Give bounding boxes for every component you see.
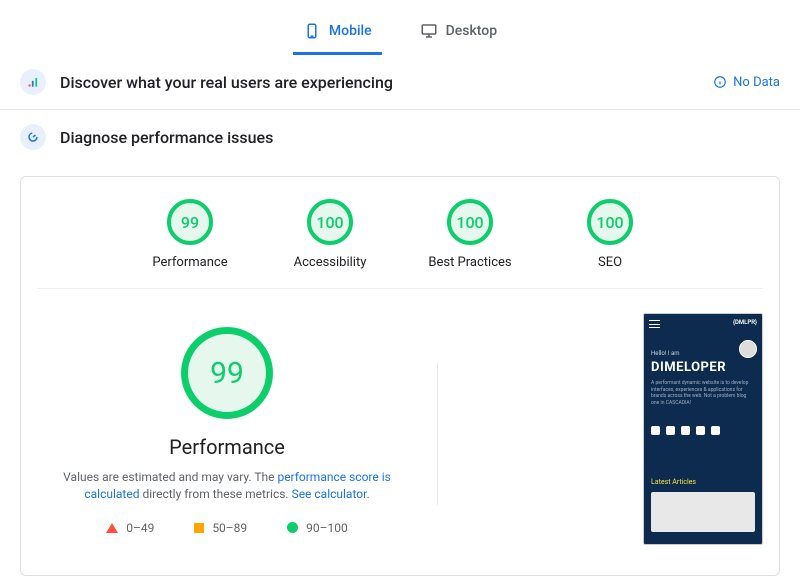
tab-mobile[interactable]: Mobile bbox=[293, 14, 382, 55]
shot-article-image bbox=[651, 492, 755, 532]
section-diagnose: Diagnose performance issues bbox=[0, 110, 800, 164]
gauge-ring: 100 bbox=[307, 199, 353, 245]
section-title: Discover what your real users are experi… bbox=[60, 73, 393, 92]
shot-avatar bbox=[739, 340, 757, 358]
divider bbox=[437, 363, 438, 505]
section-title: Diagnose performance issues bbox=[60, 128, 273, 147]
main-gauge-label: Performance bbox=[169, 435, 285, 459]
legend-mid: 50–89 bbox=[194, 521, 247, 535]
shot-lipsum: A performant dynamic website is to devel… bbox=[651, 380, 755, 406]
shot-name: DIMELOPER bbox=[651, 360, 726, 375]
page-screenshot-thumbnail[interactable]: {DMLPR} Hello! I am DIMELOPER A performa… bbox=[643, 313, 763, 545]
youtube-icon bbox=[711, 426, 720, 435]
gauge-ring: 100 bbox=[447, 199, 493, 245]
shot-hello: Hello! I am bbox=[651, 350, 679, 357]
lighthouse-panel: 99 Performance 100 Accessibility 100 Bes… bbox=[20, 176, 780, 576]
gauge-seo[interactable]: 100 SEO bbox=[560, 199, 660, 270]
shot-latest-articles: Latest Articles bbox=[651, 478, 696, 486]
diagnose-badge-icon bbox=[20, 124, 46, 150]
gauge-label: Best Practices bbox=[420, 255, 520, 270]
tab-desktop[interactable]: Desktop bbox=[410, 14, 507, 55]
mail-icon bbox=[651, 426, 660, 435]
desktop-icon bbox=[420, 22, 438, 40]
gauge-ring: 100 bbox=[587, 199, 633, 245]
main-gauge-ring: 99 bbox=[181, 327, 273, 419]
gauge-performance[interactable]: 99 Performance bbox=[140, 199, 240, 270]
mobile-icon bbox=[303, 22, 321, 40]
info-icon bbox=[713, 75, 727, 89]
tab-label: Mobile bbox=[329, 23, 372, 39]
shot-socials bbox=[651, 426, 720, 435]
crux-badge-icon bbox=[20, 69, 46, 95]
no-data-link[interactable]: No Data bbox=[713, 75, 780, 90]
performance-detail: 99 Performance Values are estimated and … bbox=[37, 313, 763, 545]
gauge-accessibility[interactable]: 100 Accessibility bbox=[280, 199, 380, 270]
gauge-best-practices[interactable]: 100 Best Practices bbox=[420, 199, 520, 270]
gauge-label: Performance bbox=[140, 255, 240, 270]
legend-low: 0–49 bbox=[106, 521, 154, 535]
tab-label: Desktop bbox=[446, 23, 497, 39]
instagram-icon bbox=[666, 426, 675, 435]
gauge-description: Values are estimated and may vary. The p… bbox=[47, 469, 407, 503]
twitter-icon bbox=[696, 426, 705, 435]
linkedin-icon bbox=[681, 426, 690, 435]
triangle-icon bbox=[106, 523, 118, 533]
no-data-text: No Data bbox=[733, 75, 780, 90]
circle-icon bbox=[287, 522, 298, 533]
gauge-label: SEO bbox=[560, 255, 660, 270]
score-gauges-row: 99 Performance 100 Accessibility 100 Bes… bbox=[37, 199, 763, 289]
gauge-ring: 99 bbox=[167, 199, 213, 245]
legend-high: 90–100 bbox=[287, 521, 348, 535]
device-tabs: Mobile Desktop bbox=[0, 0, 800, 55]
square-icon bbox=[194, 523, 204, 533]
score-legend: 0–49 50–89 90–100 bbox=[106, 521, 348, 535]
section-real-users: Discover what your real users are experi… bbox=[0, 55, 800, 110]
see-calculator-link[interactable]: See calculator bbox=[292, 487, 367, 501]
shot-logo: {DMLPR} bbox=[733, 319, 757, 326]
gauge-label: Accessibility bbox=[280, 255, 380, 270]
hamburger-icon bbox=[649, 320, 660, 328]
